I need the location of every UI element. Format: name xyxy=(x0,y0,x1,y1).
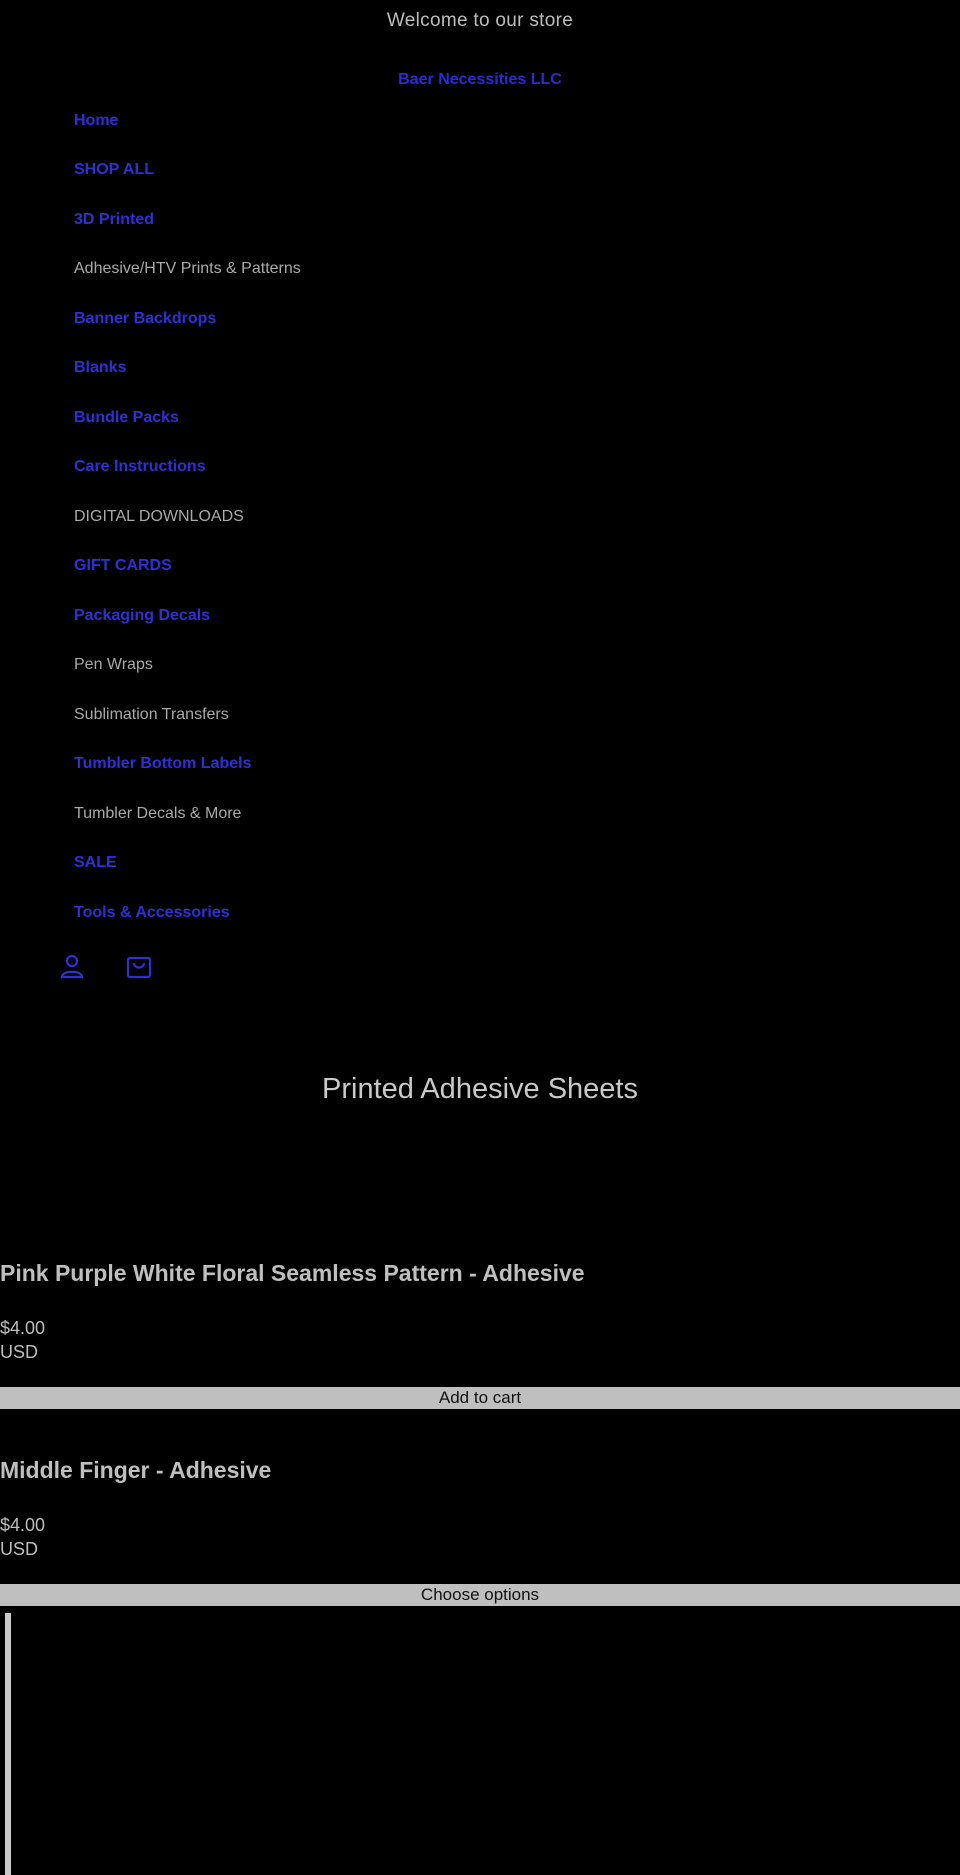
product-currency: USD xyxy=(0,1342,39,1362)
product-price: $4.00 xyxy=(0,1318,46,1338)
collection-title: Printed Adhesive Sheets xyxy=(322,1073,638,1105)
nav-item-tumbler-bottom-labels[interactable]: Tumbler Bottom Labels xyxy=(74,755,252,773)
nav-item-sublimation-transfers[interactable]: Sublimation Transfers xyxy=(74,706,229,724)
nav-item-banner-backdrops[interactable]: Banner Backdrops xyxy=(74,310,216,328)
store-logo-link[interactable]: Baer Necessities LLC xyxy=(0,71,960,89)
nav-item-sale[interactable]: SALE xyxy=(74,854,117,872)
product-price: $4.00 xyxy=(0,1515,46,1535)
nav-item-shop-all[interactable]: SHOP ALL xyxy=(74,161,154,179)
product-title-link[interactable]: Pink Purple White Floral Seamless Patter… xyxy=(0,1260,585,1287)
nav-item-digital-downloads[interactable]: DIGITAL DOWNLOADS xyxy=(74,508,244,526)
nav-item-tools-accessories[interactable]: Tools & Accessories xyxy=(74,904,230,922)
nav-item-bundle-packs[interactable]: Bundle Packs xyxy=(74,409,179,427)
nav-item-care-instructions[interactable]: Care Instructions xyxy=(74,458,206,476)
announcement-bar: Welcome to our store xyxy=(386,10,574,31)
product-title-link[interactable]: Middle Finger - Adhesive xyxy=(0,1457,271,1484)
add-to-cart-button[interactable]: Add to cart xyxy=(0,1387,960,1409)
nav-item-blanks[interactable]: Blanks xyxy=(74,359,126,377)
nav-item-adhesive-htv[interactable]: Adhesive/HTV Prints & Patterns xyxy=(74,260,301,278)
nav-item-pen-wraps[interactable]: Pen Wraps xyxy=(74,656,153,674)
cart-icon[interactable] xyxy=(125,952,153,980)
product-currency: USD xyxy=(0,1539,39,1559)
nav-item-gift-cards[interactable]: GIFT CARDS xyxy=(74,557,172,575)
scrollbar[interactable] xyxy=(5,1613,11,1875)
nav-item-home[interactable]: Home xyxy=(74,112,118,130)
account-icon[interactable] xyxy=(58,952,86,980)
nav-item-packaging-decals[interactable]: Packaging Decals xyxy=(74,607,210,625)
choose-options-button[interactable]: Choose options xyxy=(0,1584,960,1606)
nav-item-tumbler-decals[interactable]: Tumbler Decals & More xyxy=(74,805,241,823)
nav-item-3d-printed[interactable]: 3D Printed xyxy=(74,211,154,229)
